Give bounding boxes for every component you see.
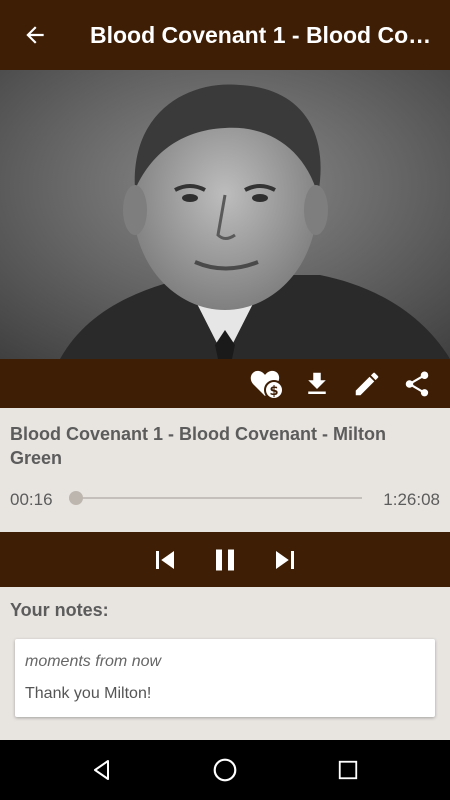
share-icon [405, 370, 429, 396]
nav-home-button[interactable] [195, 740, 255, 800]
triangle-back-icon [93, 760, 109, 780]
edit-button[interactable] [342, 359, 392, 408]
note-card[interactable]: moments from now Thank you Milton! [15, 639, 435, 717]
download-button[interactable] [292, 359, 342, 408]
pause-icon [216, 549, 234, 570]
svg-text:$: $ [269, 384, 278, 399]
skip-next-icon [276, 550, 294, 569]
speaker-portrait [0, 70, 450, 359]
nav-back-button[interactable] [72, 740, 132, 800]
nav-recents-button[interactable] [318, 740, 378, 800]
system-nav-bar [0, 740, 450, 800]
notes-label: Your notes: [10, 600, 109, 620]
donate-heart-icon: $ [250, 370, 284, 400]
previous-button[interactable] [141, 532, 189, 587]
note-text: Thank you Milton! [25, 685, 152, 702]
playback-controls [0, 532, 450, 587]
skip-previous-icon [156, 550, 174, 569]
app-bar: Blood Covenant 1 - Blood Covenant - Milt… [0, 0, 450, 70]
track-title: Blood Covenant 1 - Blood Covenant - Milt… [10, 424, 386, 468]
next-button[interactable] [261, 532, 309, 587]
square-recents-icon [339, 760, 358, 780]
share-button[interactable] [392, 359, 442, 408]
current-time: 00:16 [10, 490, 53, 509]
edit-icon [355, 372, 379, 395]
seek-thumb[interactable] [68, 491, 83, 505]
pause-button[interactable] [201, 532, 249, 587]
circle-home-icon [213, 758, 237, 782]
note-timestamp: moments from now [25, 653, 162, 670]
total-time: 1:26:08 [383, 490, 440, 509]
action-bar: $ [0, 359, 450, 408]
track-info: Blood Covenant 1 - Blood Covenant - Milt… [0, 408, 450, 532]
back-button[interactable] [0, 0, 70, 70]
download-icon [308, 372, 326, 394]
donate-button[interactable]: $ [242, 359, 292, 408]
arrow-left-icon [26, 26, 44, 44]
seek-bar[interactable] [68, 491, 362, 505]
page-title: Blood Covenant 1 - Blood Covenant - Milt… [90, 21, 440, 48]
